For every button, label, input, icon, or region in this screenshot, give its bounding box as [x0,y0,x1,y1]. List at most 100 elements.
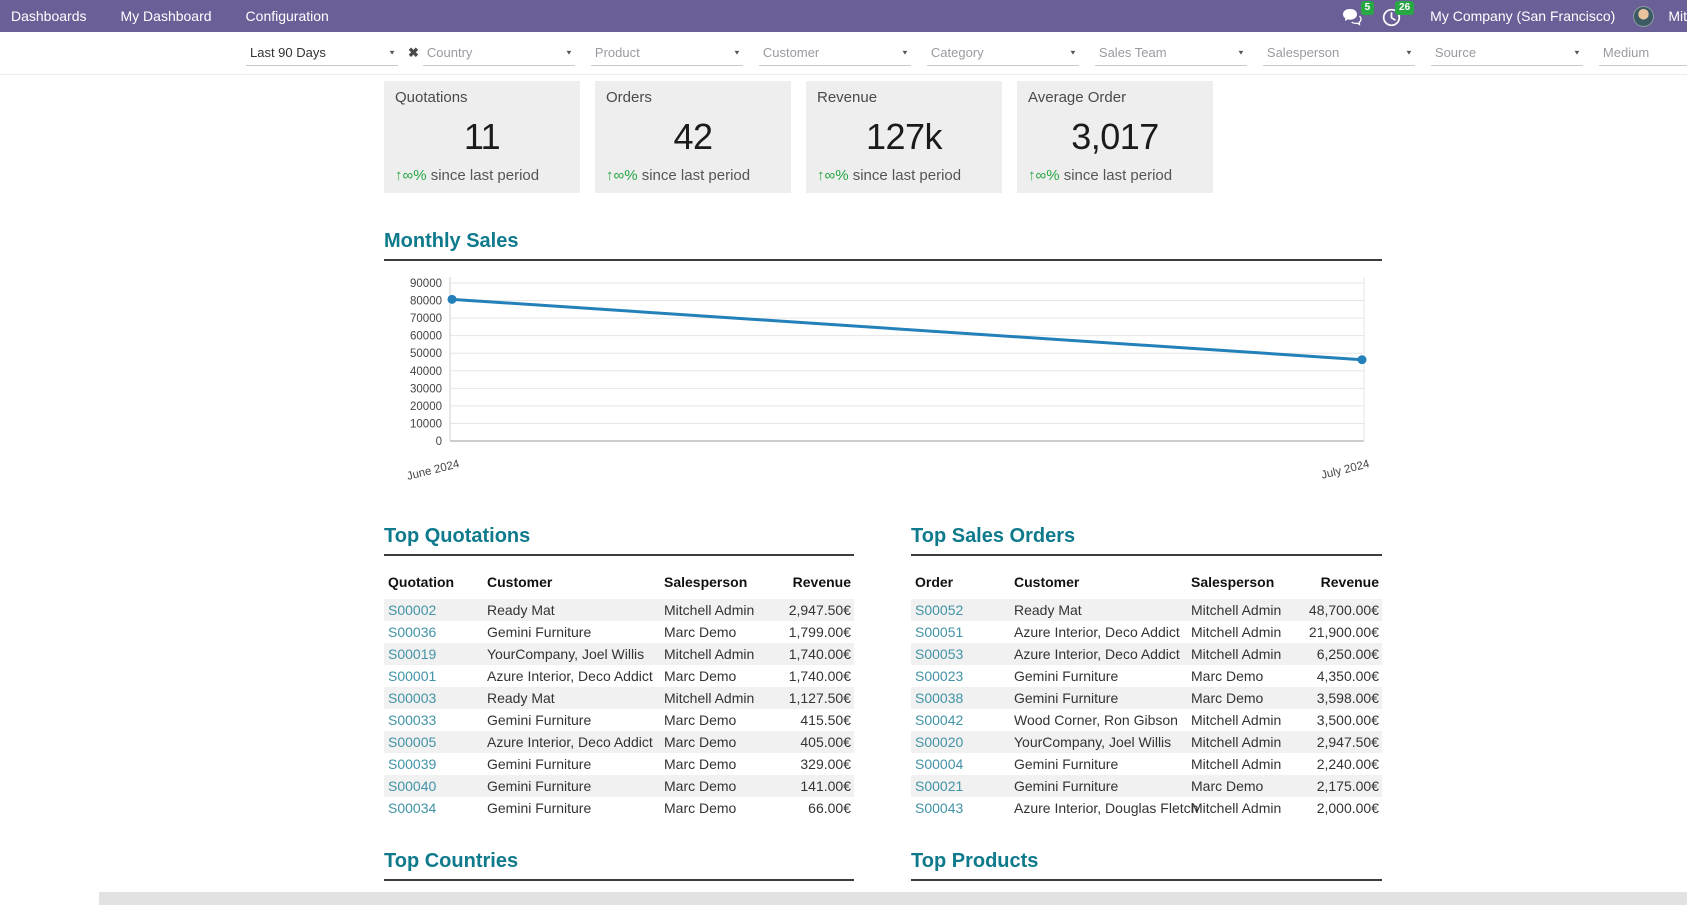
chevron-down-icon: ▼ [565,48,573,55]
filter-salesperson[interactable]: Salesperson ▼ [1263,41,1415,66]
filter-source[interactable]: Source ▼ [1431,41,1583,66]
quotation-link[interactable]: S00036 [388,624,436,640]
kpi-label: Revenue [817,89,991,106]
top-quotations-table: QuotationCustomerSalespersonRevenue S000… [384,566,854,819]
navbar-systray: 5 26 My Company (San Francisco) Mit [1342,0,1687,32]
chevron-down-icon: ▼ [1405,48,1413,55]
order-link[interactable]: S00052 [915,602,963,618]
top-navbar: Dashboards My Dashboard Configuration 5 … [0,0,1687,32]
y-axis-tick: 60000 [410,331,442,343]
horizontal-scrollbar[interactable] [99,892,1687,905]
kpi-quotations: Quotations 11 ↑∞% since last period [384,81,580,193]
table-row: S00001Azure Interior, Deco AddictMarc De… [384,665,854,687]
column-header-customer: Customer [1010,566,1187,599]
data-point[interactable] [1358,355,1367,364]
top-sales-orders-title: Top Sales Orders [911,525,1382,548]
section-divider [384,554,854,556]
activities-button[interactable]: 26 [1382,6,1408,26]
section-divider [911,554,1382,556]
filter-category[interactable]: Category ▼ [927,41,1079,66]
chevron-down-icon: ▼ [388,48,396,55]
order-link[interactable]: S00020 [915,734,963,750]
quotation-link[interactable]: S00040 [388,778,436,794]
kpi-row: Quotations 11 ↑∞% since last period Orde… [384,81,1382,193]
table-row: S00005Azure Interior, Deco AddictMarc De… [384,731,854,753]
column-header-salesperson: Salesperson [660,566,777,599]
chevron-down-icon: ▼ [1237,48,1245,55]
filter-customer[interactable]: Customer ▼ [759,41,911,66]
kpi-value: 3,017 [1028,106,1202,167]
x-axis-label: June 2024 [406,458,462,483]
table-row: S00004Gemini FurnitureMitchell Admin2,24… [911,753,1382,775]
order-link[interactable]: S00021 [915,778,963,794]
y-axis-tick: 70000 [410,313,442,325]
y-axis-tick: 80000 [410,296,442,308]
filter-sales-team[interactable]: Sales Team ▼ [1095,41,1247,66]
table-row: S00002Ready MatMitchell Admin2,947.50€ [384,599,854,621]
y-axis-tick: 10000 [410,418,442,430]
order-link[interactable]: S00051 [915,624,963,640]
order-link[interactable]: S00004 [915,756,963,772]
filter-date-value: Last 90 Days [250,45,326,60]
chevron-down-icon: ▼ [733,48,741,55]
column-header-revenue: Revenue [777,566,854,599]
table-row: S00042Wood Corner, Ron GibsonMitchell Ad… [911,709,1382,731]
table-row: S00043Azure Interior, Douglas FletchMitc… [911,797,1382,819]
menu-my-dashboard[interactable]: My Dashboard [104,0,229,32]
filter-product[interactable]: Product ▼ [591,41,743,66]
quotation-link[interactable]: S00001 [388,668,436,684]
menu-configuration[interactable]: Configuration [229,0,346,32]
dashboard-content: Quotations 11 ↑∞% since last period Orde… [384,81,1382,881]
filter-date-range[interactable]: Last 90 Days ▼ [246,41,398,66]
table-row: S00023Gemini FurnitureMarc Demo4,350.00€ [911,665,1382,687]
y-axis-tick: 90000 [410,278,442,290]
top-countries-section: Top Countries [384,850,854,881]
table-row: S00051Azure Interior, Deco AddictMitchel… [911,621,1382,643]
filter-country[interactable]: Country ▼ [423,41,575,66]
filter-medium[interactable]: Medium [1599,41,1687,66]
quotation-link[interactable]: S00003 [388,690,436,706]
table-row: S00052Ready MatMitchell Admin48,700.00€ [911,599,1382,621]
table-row: S00053Azure Interior, Deco AddictMitchel… [911,643,1382,665]
column-header-salesperson: Salesperson [1187,566,1304,599]
table-row: S00036Gemini FurnitureMarc Demo1,799.00€ [384,621,854,643]
kpi-label: Average Order [1028,89,1202,106]
quotation-link[interactable]: S00002 [388,602,436,618]
messages-badge: 5 [1361,1,1375,15]
top-sales-orders-section: Top Sales Orders OrderCustomerSalesperso… [911,525,1382,819]
quotation-link[interactable]: S00019 [388,646,436,662]
order-link[interactable]: S00038 [915,690,963,706]
up-arrow-icon: ↑ [395,167,403,184]
quotation-link[interactable]: S00033 [388,712,436,728]
clear-filter-icon[interactable]: ✖ [408,45,419,61]
table-header-row: QuotationCustomerSalespersonRevenue [384,566,854,599]
quotation-link[interactable]: S00034 [388,800,436,816]
column-header-customer: Customer [483,566,660,599]
company-switcher[interactable]: My Company (San Francisco) [1430,8,1615,24]
user-avatar[interactable] [1633,6,1654,27]
filter-bar: Last 90 Days ▼ ✖ Country ▼ Product ▼ Cus… [0,32,1687,75]
column-header-quotation: Quotation [384,566,483,599]
top-products-section: Top Products [911,850,1382,881]
data-point[interactable] [448,295,457,304]
section-divider [384,259,1382,261]
up-arrow-icon: ↑ [606,167,614,184]
y-axis-tick: 20000 [410,401,442,413]
order-link[interactable]: S00043 [915,800,963,816]
up-arrow-icon: ↑ [817,167,825,184]
top-countries-title: Top Countries [384,850,854,873]
user-name[interactable]: Mit [1668,8,1687,24]
table-row: S00038Gemini FurnitureMarc Demo3,598.00€ [911,687,1382,709]
kpi-value: 42 [606,106,780,167]
menu-dashboards[interactable]: Dashboards [0,0,104,32]
messages-button[interactable]: 5 [1342,6,1368,26]
order-link[interactable]: S00053 [915,646,963,662]
quotation-link[interactable]: S00039 [388,756,436,772]
y-axis-tick: 30000 [410,383,442,395]
table-row: S00019YourCompany, Joel WillisMitchell A… [384,643,854,665]
table-row: S00040Gemini FurnitureMarc Demo141.00€ [384,775,854,797]
order-link[interactable]: S00023 [915,668,963,684]
order-link[interactable]: S00042 [915,712,963,728]
quotation-link[interactable]: S00005 [388,734,436,750]
top-products-title: Top Products [911,850,1382,873]
